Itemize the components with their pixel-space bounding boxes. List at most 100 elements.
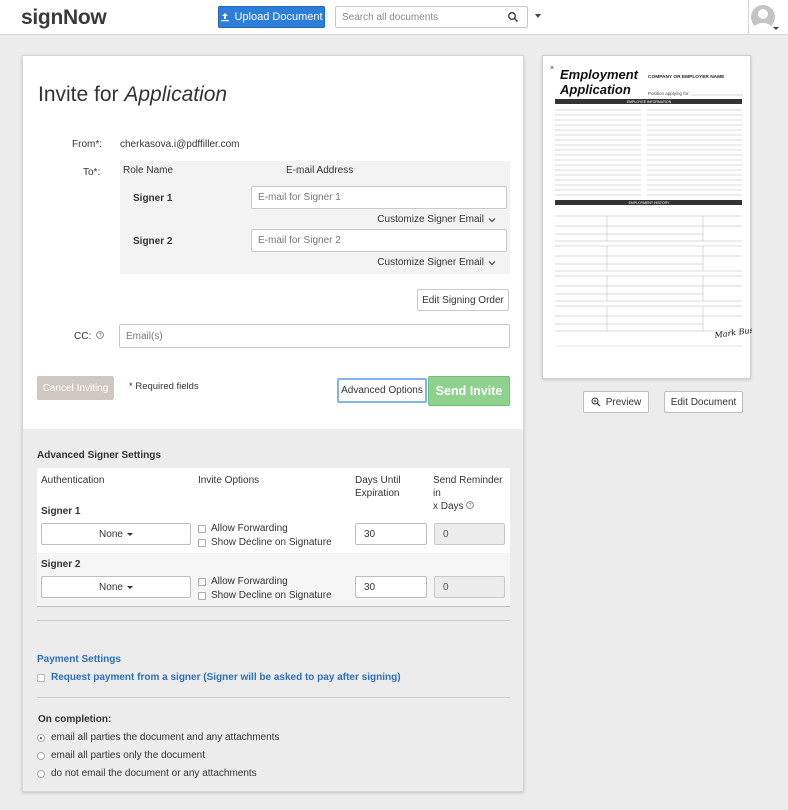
signers-panel: Role Name E-mail Address Signer 1 Custom…: [120, 161, 510, 274]
preview-button[interactable]: Preview: [583, 391, 649, 413]
caret-down-icon: [126, 532, 133, 536]
document-page-image: × Employment Application COMPANY OR EMPL…: [550, 65, 752, 347]
completion-option-label: do not email the document or any attachm…: [51, 768, 257, 779]
signer-2-email-input[interactable]: [251, 229, 507, 252]
checkbox[interactable]: [198, 538, 206, 547]
signer-2-reminder-input[interactable]: 0: [434, 576, 505, 598]
signer-1-allow-forwarding[interactable]: Allow Forwarding: [198, 523, 288, 534]
signnow-logo[interactable]: signNow: [21, 6, 107, 30]
question-icon[interactable]: ?: [96, 331, 104, 339]
allow-forwarding-label: Allow Forwarding: [211, 523, 288, 534]
cc-label-wrap: CC: ?: [74, 331, 104, 342]
search-options-chevron-down-icon[interactable]: [535, 14, 541, 18]
zoom-in-icon: [591, 397, 601, 407]
chevron-down-icon: [488, 260, 496, 265]
section-divider: [37, 620, 510, 621]
chevron-down-icon: [488, 217, 496, 222]
user-avatar[interactable]: [751, 5, 775, 29]
cc-label: CC:: [74, 331, 92, 342]
doc-title-1: Employment: [560, 67, 639, 82]
customize-signer-2-email-label: Customize Signer Email: [377, 257, 484, 268]
signer-1-name: Signer 1: [133, 193, 173, 204]
doc-close-mark: ×: [550, 65, 554, 72]
doc-section-2: EMPLOYMENT HISTORY: [629, 201, 671, 205]
advanced-settings-section: Advanced Signer Settings Authentication …: [23, 429, 523, 791]
signer-2-days-expiration-input[interactable]: 30: [355, 576, 427, 598]
cancel-inviting-button[interactable]: Cancel Inviting: [37, 376, 114, 400]
completion-option-all-attachments[interactable]: email all parties the document and any a…: [37, 732, 279, 743]
show-decline-label: Show Decline on Signature: [211, 537, 332, 548]
table-bottom-divider: [37, 606, 510, 607]
authentication-header: Authentication: [41, 475, 105, 486]
caret-down-icon: [126, 585, 133, 589]
adv-signer-1-name: Signer 1: [41, 506, 81, 517]
checkbox[interactable]: [37, 673, 45, 682]
adv-signer-2-name: Signer 2: [41, 559, 81, 570]
signer-2-authentication-select[interactable]: None: [41, 576, 191, 598]
customize-signer-2-email[interactable]: Customize Signer Email: [377, 257, 496, 268]
search-input[interactable]: [342, 7, 507, 28]
upload-document-label: Upload Document: [234, 11, 323, 23]
auth-select-value: None: [99, 528, 123, 540]
advanced-options-button[interactable]: Advanced Options: [337, 378, 427, 403]
completion-option-label: email all parties only the document: [51, 750, 205, 761]
on-completion-title: On completion:: [38, 714, 112, 725]
signer-1-show-decline[interactable]: Show Decline on Signature: [198, 537, 332, 548]
user-icon: [754, 9, 772, 29]
document-thumbnail[interactable]: × Employment Application COMPANY OR EMPL…: [542, 55, 752, 379]
checkbox[interactable]: [198, 591, 206, 600]
signer-1-email-input[interactable]: [251, 186, 507, 209]
role-name-header: Role Name: [123, 165, 174, 176]
question-icon[interactable]: ?: [465, 501, 474, 509]
edit-signing-order-button[interactable]: Edit Signing Order: [417, 289, 509, 311]
upload-icon: [221, 13, 230, 22]
request-payment-option[interactable]: Request payment from a signer (Signer wi…: [37, 672, 401, 683]
radio-selected[interactable]: [37, 733, 45, 742]
to-label: To*:: [83, 167, 101, 178]
radio[interactable]: [37, 751, 45, 760]
doc-section-1: EMPLOYEE INFORMATION: [627, 100, 672, 104]
doc-signature: Mark Bush: [713, 325, 752, 340]
signer-2-name: Signer 2: [133, 236, 173, 247]
days-until-expiration-header: Days Until Expiration: [355, 475, 401, 499]
email-address-header: E-mail Address: [286, 165, 354, 176]
signer-1-reminder-input[interactable]: 0: [434, 523, 505, 545]
signer-2-allow-forwarding[interactable]: Allow Forwarding: [198, 576, 288, 587]
request-payment-label: Request payment from a signer (Signer wi…: [51, 672, 401, 683]
doc-title-2: Application: [559, 82, 631, 97]
cc-email-input[interactable]: [119, 324, 510, 348]
auth-select-value: None: [99, 581, 123, 593]
from-label: From*:: [72, 139, 102, 150]
page-title: Invite for Application: [38, 83, 228, 106]
signer-2-show-decline[interactable]: Show Decline on Signature: [198, 590, 332, 601]
header-divider: [748, 0, 749, 35]
completion-option-no-email[interactable]: do not email the document or any attachm…: [37, 768, 257, 779]
avatar-chevron-down-icon[interactable]: [773, 27, 779, 30]
top-bar: signNow Upload Document: [0, 0, 788, 35]
customize-signer-1-email-label: Customize Signer Email: [377, 214, 484, 225]
signer-1-days-expiration-input[interactable]: 30: [355, 523, 427, 545]
send-invite-button[interactable]: Send Invite: [428, 376, 510, 406]
document-name: Application: [124, 83, 228, 106]
section-divider: [37, 697, 510, 698]
doc-company: COMPANY OR EMPLOYER NAME: [648, 74, 725, 80]
search-icon[interactable]: [507, 11, 519, 23]
completion-option-document-only[interactable]: email all parties only the document: [37, 750, 205, 761]
search-box: [335, 6, 528, 28]
radio[interactable]: [37, 769, 45, 778]
upload-document-button[interactable]: Upload Document: [218, 6, 325, 28]
advanced-signer-settings-title: Advanced Signer Settings: [37, 450, 161, 461]
payment-settings-title[interactable]: Payment Settings: [37, 654, 121, 665]
checkbox[interactable]: [198, 577, 206, 586]
signer-1-authentication-select[interactable]: None: [41, 523, 191, 545]
doc-position: Position applying for:: [648, 91, 690, 96]
checkbox[interactable]: [198, 524, 206, 533]
svg-text:?: ?: [468, 503, 471, 509]
customize-signer-1-email[interactable]: Customize Signer Email: [377, 214, 496, 225]
invite-options-header: Invite Options: [198, 475, 260, 486]
send-reminder-header: Send Reminder in x Days?: [433, 475, 503, 512]
from-value: cherkasova.i@pdffiller.com: [120, 139, 240, 150]
allow-forwarding-label: Allow Forwarding: [211, 576, 288, 587]
edit-document-button[interactable]: Edit Document: [664, 391, 743, 413]
invite-card: Invite for Application From*: cherkasova…: [22, 55, 524, 792]
